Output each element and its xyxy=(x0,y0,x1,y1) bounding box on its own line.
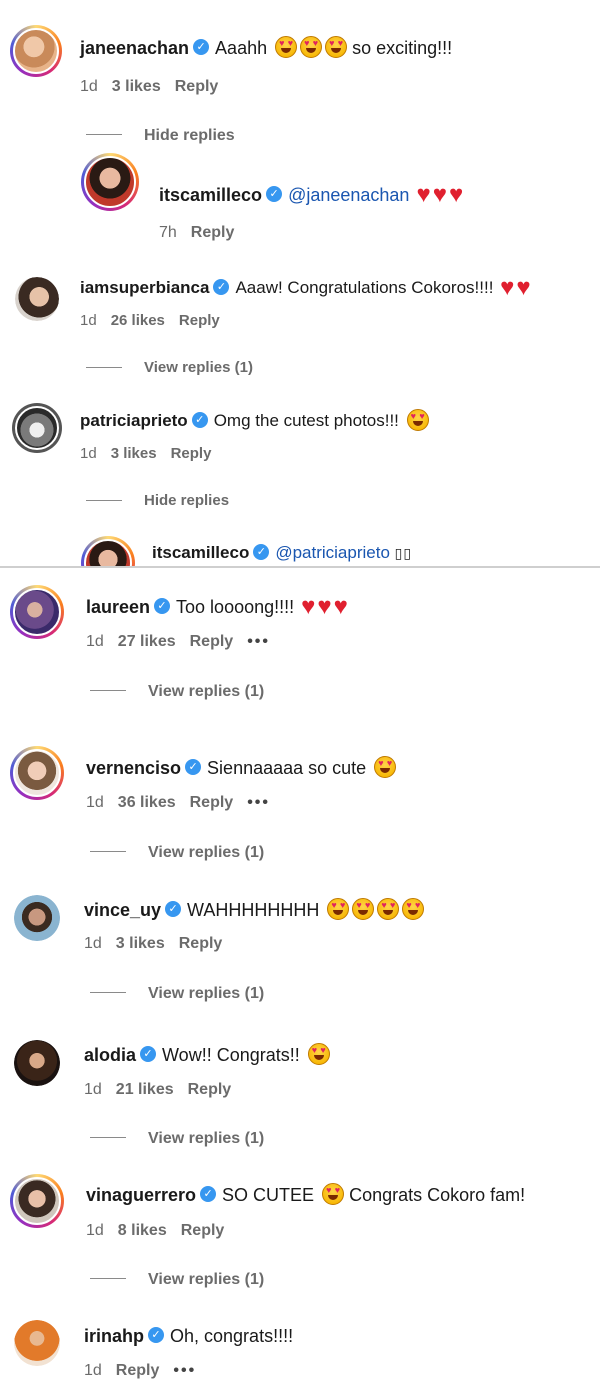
verified-badge-icon: ✓ xyxy=(200,1186,217,1203)
toggle-label: View replies (1) xyxy=(148,985,265,1002)
avatar[interactable] xyxy=(10,1174,64,1228)
comment-text: WAHHHHHHHH xyxy=(187,900,320,920)
avatar[interactable] xyxy=(81,536,135,566)
username[interactable]: vinaguerrero xyxy=(86,1185,196,1205)
timestamp: 1d xyxy=(86,633,104,650)
screenshot-seam-divider xyxy=(0,566,600,568)
reply-button[interactable]: Reply xyxy=(181,1222,225,1239)
likes-count[interactable]: 3 likes xyxy=(116,935,165,952)
verified-badge-icon: ✓ xyxy=(253,543,270,560)
likes-count[interactable]: 36 likes xyxy=(118,794,176,811)
avatar[interactable] xyxy=(10,585,64,639)
heart-eyes-emoji xyxy=(307,1043,330,1066)
comment-text: SO CUTEE xyxy=(222,1185,315,1205)
username[interactable]: alodia xyxy=(84,1045,136,1065)
toggle-label: View replies (1) xyxy=(148,1271,265,1288)
missing-glyph-text: ▯▯ xyxy=(394,545,413,561)
avatar[interactable] xyxy=(14,895,60,941)
reply-button[interactable]: Reply xyxy=(190,794,234,811)
heart-eyes-emoji xyxy=(327,898,350,921)
heart-eyes-emoji xyxy=(352,898,375,921)
timestamp: 1d xyxy=(84,1362,102,1379)
red-heart-emoji: ♥ xyxy=(301,593,316,621)
timestamp: 1d xyxy=(84,1081,102,1098)
divider-line xyxy=(90,1278,126,1280)
timestamp: 1d xyxy=(86,794,104,811)
view-replies-button[interactable]: View replies (1) xyxy=(90,1129,264,1149)
divider-line xyxy=(90,851,126,853)
username[interactable]: vernenciso xyxy=(86,758,181,778)
username[interactable]: itscamilleco xyxy=(152,543,249,562)
toggle-label: View replies (1) xyxy=(148,683,265,700)
toggle-label: View replies (1) xyxy=(148,844,265,861)
comment-text-after: Congrats Cokoro fam! xyxy=(349,1185,526,1205)
red-heart-emoji: ♥ xyxy=(333,593,348,621)
more-options-icon[interactable]: ••• xyxy=(173,1362,196,1379)
more-options-icon[interactable]: ••• xyxy=(247,794,270,811)
view-replies-button[interactable]: View replies (1) xyxy=(90,984,264,1004)
avatar[interactable] xyxy=(10,746,64,800)
heart-eyes-emoji xyxy=(402,898,425,921)
comment-text: Too loooong!!!! xyxy=(176,597,295,617)
comment-text: Siennaaaaa so cute xyxy=(207,758,367,778)
reply-button[interactable]: Reply xyxy=(179,935,223,952)
toggle-label: View replies (1) xyxy=(148,1130,265,1147)
likes-count[interactable]: 27 likes xyxy=(118,633,176,650)
timestamp: 1d xyxy=(84,935,102,952)
username[interactable]: laureen xyxy=(86,597,150,617)
comment-text: Wow!! Congrats!! xyxy=(162,1045,300,1065)
username[interactable]: irinahp xyxy=(84,1326,144,1346)
reply-button[interactable]: Reply xyxy=(188,1081,232,1098)
reply-itscamilleco-partial: itscamilleco ✓ @patriciaprieto ▯▯ xyxy=(0,0,600,566)
verified-badge-icon: ✓ xyxy=(165,901,182,918)
verified-badge-icon: ✓ xyxy=(140,1046,157,1063)
heart-eyes-emoji xyxy=(377,898,400,921)
likes-count[interactable]: 8 likes xyxy=(118,1222,167,1239)
view-replies-button[interactable]: View replies (1) xyxy=(90,1270,264,1290)
reply-button[interactable]: Reply xyxy=(190,633,234,650)
timestamp: 1d xyxy=(86,1222,104,1239)
verified-badge-icon: ✓ xyxy=(154,598,171,615)
reply-button[interactable]: Reply xyxy=(116,1362,160,1379)
avatar[interactable] xyxy=(14,1040,60,1086)
divider-line xyxy=(90,690,126,692)
mention-link[interactable]: @patriciaprieto xyxy=(275,543,390,562)
verified-badge-icon: ✓ xyxy=(148,1327,165,1344)
comment-text: Oh, congrats!!!! xyxy=(170,1326,294,1346)
divider-line xyxy=(90,992,126,994)
view-replies-button[interactable]: View replies (1) xyxy=(90,682,264,702)
more-options-icon[interactable]: ••• xyxy=(247,633,270,650)
divider-line xyxy=(90,1137,126,1139)
username[interactable]: vince_uy xyxy=(84,900,161,920)
view-replies-button[interactable]: View replies (1) xyxy=(90,843,264,863)
likes-count[interactable]: 21 likes xyxy=(116,1081,174,1098)
heart-eyes-emoji xyxy=(322,1183,345,1206)
verified-badge-icon: ✓ xyxy=(185,759,202,776)
red-heart-emoji: ♥ xyxy=(317,593,332,621)
heart-eyes-emoji xyxy=(374,756,397,779)
avatar[interactable] xyxy=(14,1320,60,1366)
